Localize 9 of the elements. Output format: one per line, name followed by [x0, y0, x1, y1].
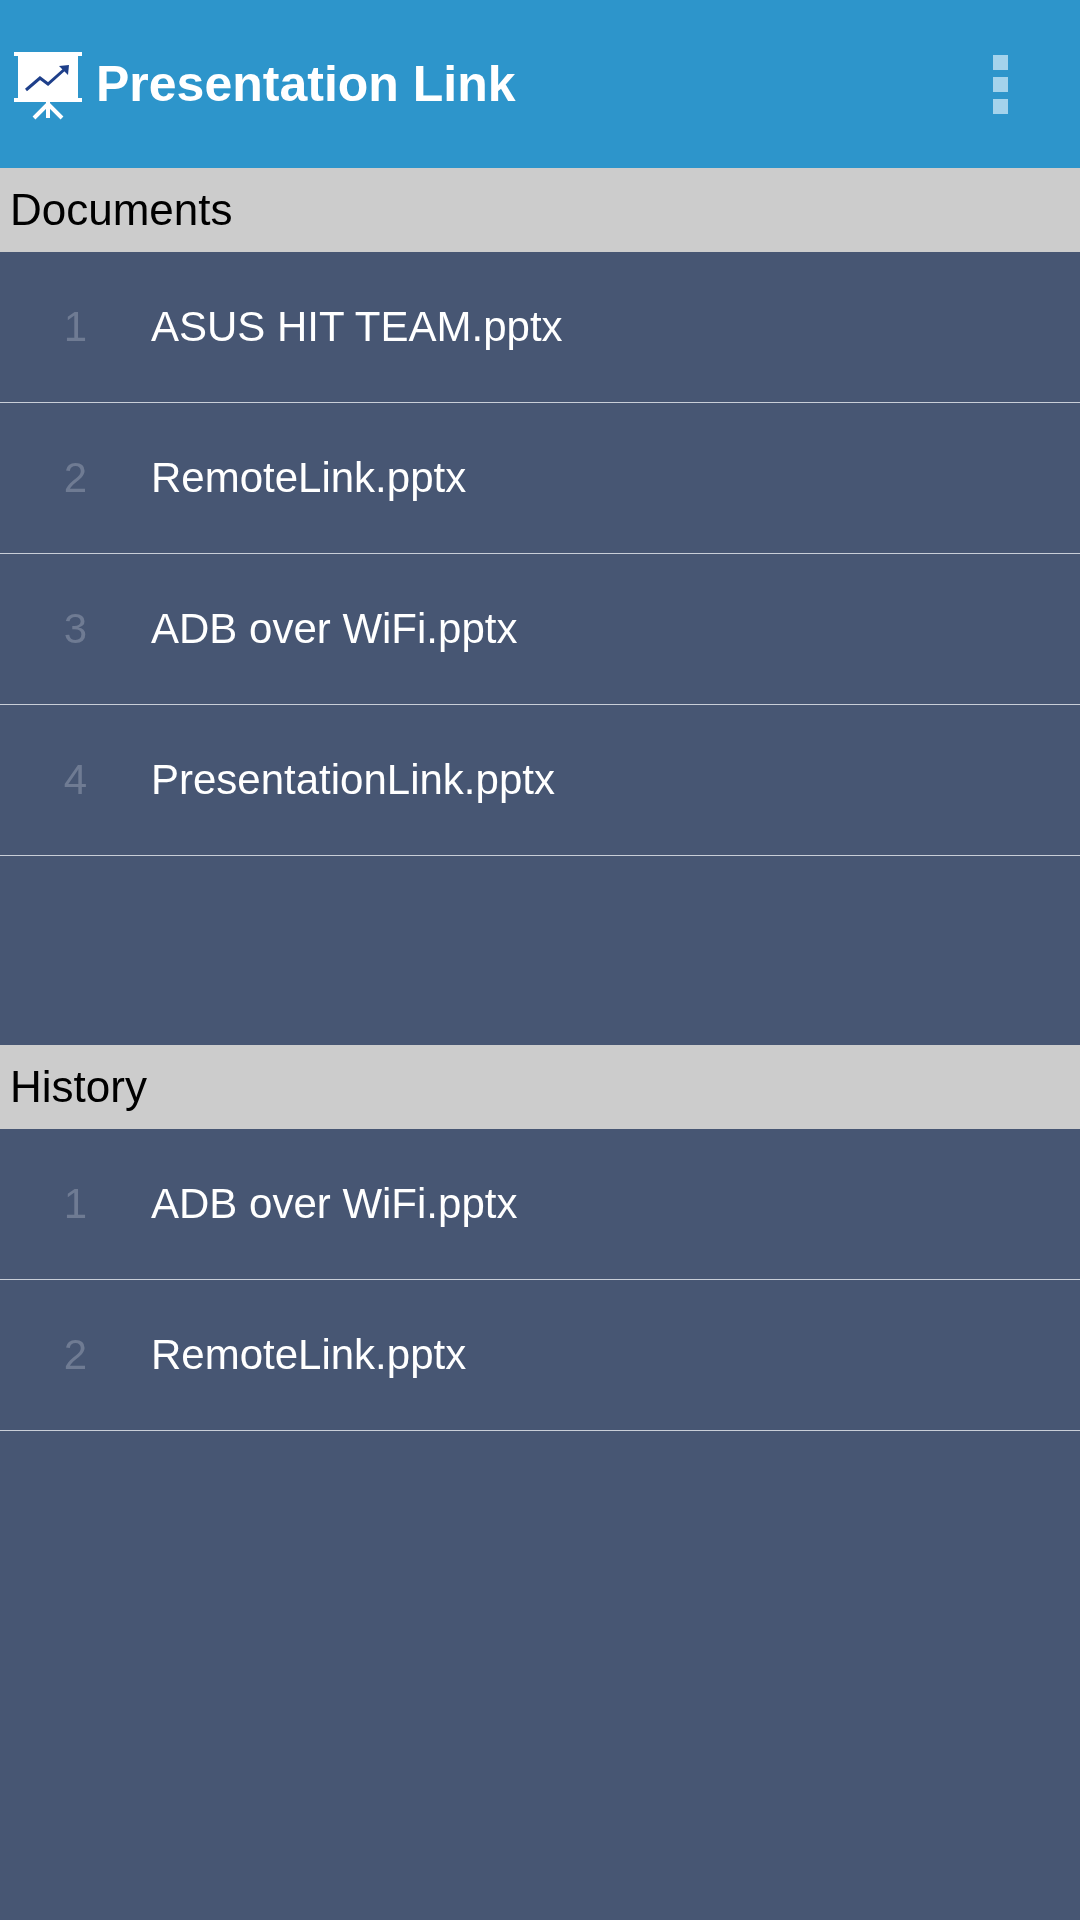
section-header: History	[0, 1045, 1080, 1129]
file-name: ADB over WiFi.pptx	[151, 1180, 518, 1228]
file-name: RemoteLink.pptx	[151, 1331, 467, 1379]
app-title: Presentation Link	[96, 55, 517, 113]
file-name: ADB over WiFi.pptx	[151, 605, 518, 653]
file-name: RemoteLink.pptx	[151, 454, 467, 502]
file-name: ASUS HIT TEAM.pptx	[151, 303, 563, 351]
section-header: Documents	[0, 168, 1080, 252]
file-name: PresentationLink.pptx	[151, 756, 555, 804]
